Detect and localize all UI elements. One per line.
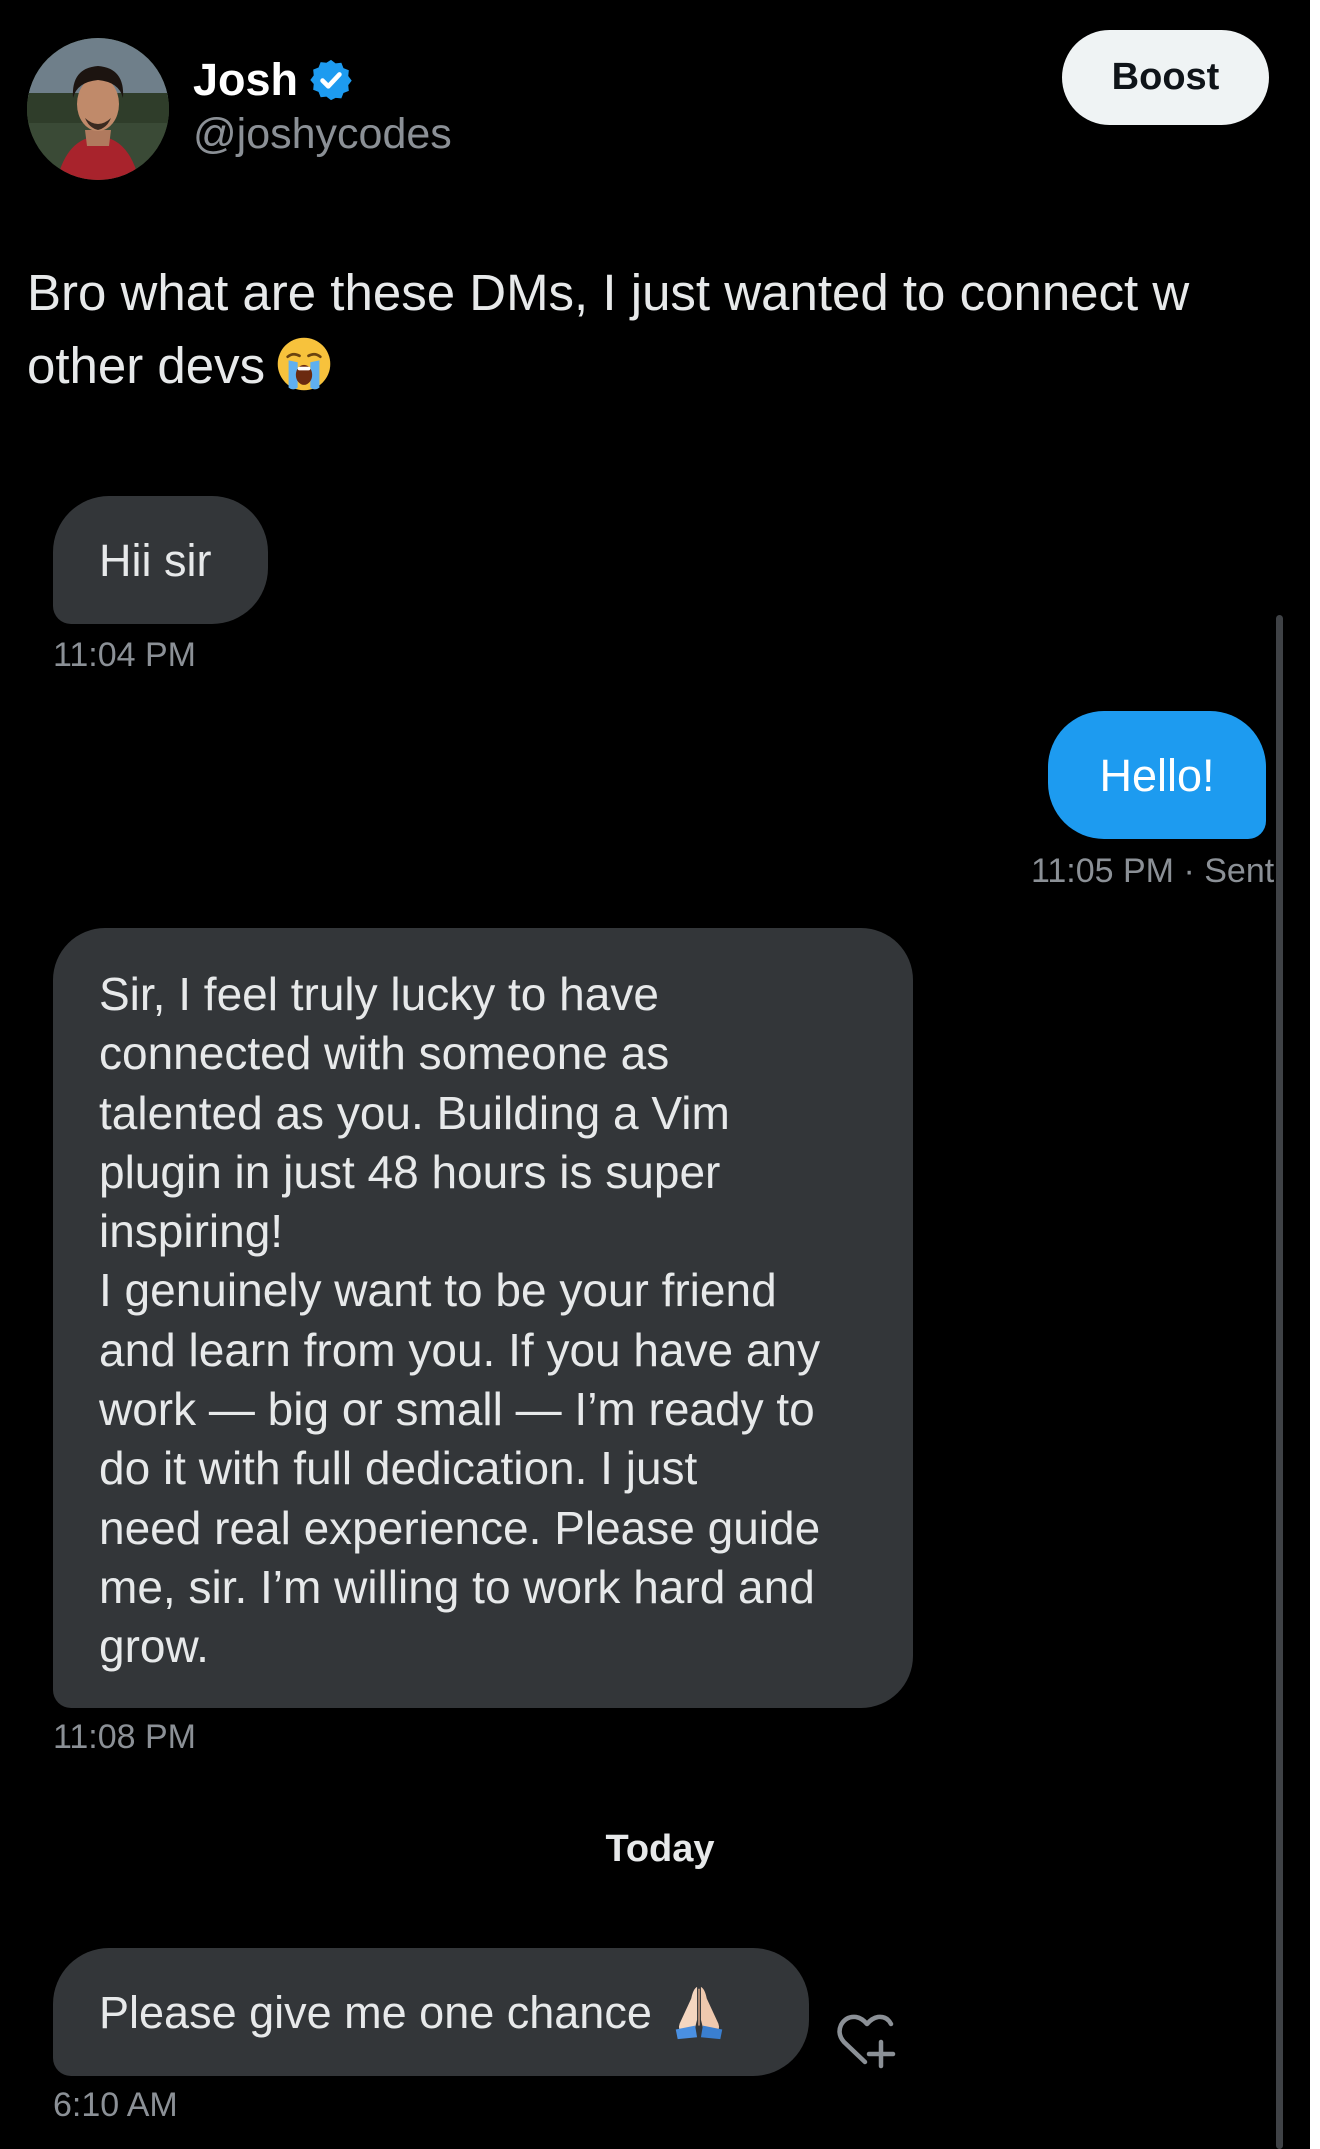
- message-timestamp: 11:08 PM: [53, 1718, 197, 1756]
- tweet-body: Bro what are these DMs, I just wanted to…: [27, 264, 1190, 394]
- screen-edge: [1310, 0, 1320, 2149]
- tweet-text: Bro what are these DMs, I just wanted to…: [27, 256, 1272, 402]
- message-timestamp: 11:05 PM: [1031, 852, 1175, 890]
- message-text: Hii sir: [99, 534, 212, 586]
- author-name[interactable]: Josh: [193, 54, 298, 106]
- message-bubble-outgoing[interactable]: Hello!: [1048, 711, 1266, 839]
- scrollbar[interactable]: [1276, 615, 1283, 2149]
- verified-badge-icon: [310, 59, 352, 101]
- message-status: 11:05 PM · Sent: [1031, 852, 1274, 891]
- day-separator: Today: [605, 1828, 715, 1870]
- heart-plus-icon[interactable]: [835, 2010, 899, 2070]
- message-bubble-incoming[interactable]: Sir, I feel truly lucky to have connecte…: [53, 928, 913, 1708]
- loudly-crying-face-emoji: [277, 337, 331, 391]
- avatar-photo: [27, 38, 169, 180]
- message-timestamp: 11:04 PM: [53, 636, 197, 674]
- message-bubble-incoming[interactable]: Hii sir: [53, 496, 268, 624]
- message-timestamp: 6:10 AM: [53, 2086, 178, 2124]
- sent-status: · Sent: [1183, 852, 1275, 890]
- message-bubble-incoming[interactable]: Please give me one chance: [53, 1948, 809, 2076]
- message-text: Hello!: [1099, 749, 1215, 801]
- author-handle[interactable]: @joshycodes: [193, 110, 452, 159]
- author-name-row: Josh: [193, 50, 354, 110]
- boost-button[interactable]: Boost: [1062, 30, 1269, 125]
- folded-hands-emoji: [675, 1986, 723, 2040]
- avatar[interactable]: [27, 38, 169, 180]
- message-text: Please give me one chance: [99, 1986, 652, 2038]
